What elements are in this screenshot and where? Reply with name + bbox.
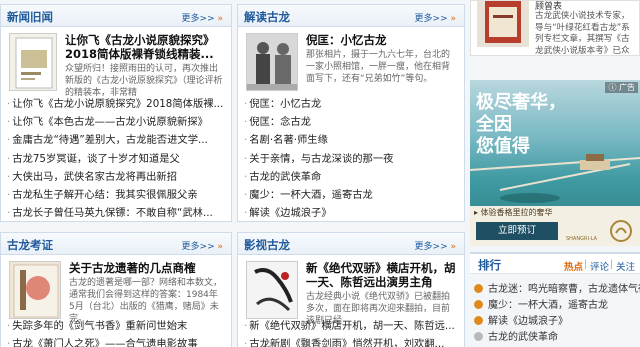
news-item[interactable]: 让你飞《本色古龙——古龙小说原貌新探》 bbox=[7, 113, 225, 131]
ad-footer: ▸ 体验香格里拉的奢华 立即预订 SHANGRI-LA bbox=[470, 206, 640, 246]
news-item[interactable]: 大侠出马，武侠名家古龙将再出新招 bbox=[7, 168, 225, 186]
news-list: 让你飞《古龙小说原貌探究》2018简体版裸... 让你飞《本色古龙——古龙小说原… bbox=[7, 95, 225, 221]
read-list: 倪匡：小忆古龙 倪匡：念古龙 名剧·名著·师生缘 关于亲情，与古龙深谈的那一夜 … bbox=[244, 95, 458, 221]
news-panel: 新闻旧闻 更多>> 让你飞《古龙小说原貌探究》2018简体版裸脊锁线精装... … bbox=[0, 4, 232, 222]
ad-resort-illustration bbox=[470, 154, 640, 203]
read-item[interactable]: 倪匡：念古龙 bbox=[244, 113, 458, 131]
research-item[interactable]: 古龙《萧门人之死》——合气遗电影故事 bbox=[7, 335, 225, 347]
research-panel: 古龙考证 更多>> 关于古龙遗著的几点商榷 古龙的遗著是哪一部？网络和本数文，通… bbox=[0, 232, 232, 347]
read-feature-thumbnail[interactable] bbox=[246, 33, 298, 91]
rank-bullet-icon bbox=[474, 332, 483, 341]
read-item[interactable]: 倪匡：小忆古龙 bbox=[244, 95, 458, 113]
news-item[interactable]: 让你飞《古龙小说原貌探究》2018简体版裸... bbox=[7, 95, 225, 113]
rank-header: 排行 热点 | 评论 | 关注 bbox=[470, 252, 640, 274]
ad-book-button[interactable]: 立即预订 bbox=[476, 222, 558, 240]
film-more-link[interactable]: 更多>> bbox=[415, 239, 456, 252]
rank-tab-sep-1: | bbox=[584, 259, 588, 270]
ad-banner[interactable]: ⓘ 广告 极尽奢华， 全因 您值得 ▸ 体验香格里拉的奢华 立即预订 SHANG… bbox=[470, 80, 640, 246]
news-item[interactable]: 古龙私生子解开心结：我其实很佩服父亲 bbox=[7, 186, 225, 204]
news-item[interactable]: 金庸古龙“待遇”差别大，古龙能否进文学... bbox=[7, 131, 225, 149]
rank-bullet-icon bbox=[474, 316, 483, 325]
read-item[interactable]: 古龙的武侠革命 bbox=[244, 168, 458, 186]
rank-tab-comment[interactable]: 评论 bbox=[590, 259, 609, 273]
read-item[interactable]: 魔少：一杯大酒，遥寄古龙 bbox=[244, 186, 458, 204]
read-feature-title[interactable]: 倪匡：小忆古龙 bbox=[306, 33, 456, 47]
rank-tab-hot[interactable]: 热点 bbox=[564, 259, 583, 273]
news-header: 新闻旧闻 更多>> bbox=[1, 5, 231, 27]
film-feature: 新《绝代双骄》横店开机，胡一天、陈哲远出演男主角 古龙经典小说《绝代双骄》已被翻… bbox=[246, 261, 456, 326]
film-item[interactable]: 古龙新剧《飘香剑雨》悄然开机，刘欢翻... bbox=[244, 335, 458, 347]
news-feature-title[interactable]: 让你飞《古龙小说原貌探究》2018简体版裸脊锁线精装... bbox=[65, 33, 223, 61]
news-feature-desc: 众望所归！接照雨田的认可，再次推出新版的《古龙小说原貌探究》（理论评析的精装本，… bbox=[65, 64, 223, 98]
rank-tab-sep-2: | bbox=[610, 259, 614, 270]
rank-item[interactable]: 解读《边城浪子》 bbox=[474, 314, 640, 330]
expert-card: 顾曾表 古龙武侠小说技术专家，导与“叶绿花红看古龙”系列专栏文章，其撰写《古龙武… bbox=[470, 0, 640, 56]
research-more-link[interactable]: 更多>> bbox=[182, 239, 223, 252]
research-feature-title[interactable]: 关于古龙遗著的几点商榷 bbox=[69, 261, 223, 275]
news-feature-thumbnail[interactable] bbox=[9, 33, 57, 91]
news-more-link[interactable]: 更多>> bbox=[182, 11, 223, 24]
expert-desc: 古龙武侠小说技术专家，导与“叶绿花红看古龙”系列专栏文章，其撰写《古龙武侠小说版… bbox=[535, 11, 630, 56]
news-feature: 让你飞《古龙小说原貌探究》2018简体版裸脊锁线精装... 众望所归！接照雨田的… bbox=[9, 33, 223, 98]
read-item[interactable]: 解读《边城浪子》 bbox=[244, 204, 458, 221]
rank-item[interactable]: 古龙迷：鸣光暗察曹，古龙遗体气得吐血 bbox=[474, 282, 640, 298]
rank-tab-follow[interactable]: 关注 bbox=[616, 259, 635, 273]
research-title: 古龙考证 bbox=[7, 238, 53, 252]
news-item[interactable]: 古龙75岁冥诞，谈了十岁才知道是父 bbox=[7, 150, 225, 168]
film-header: 影视古龙 更多>> bbox=[238, 233, 464, 255]
read-feature: 倪匡：小忆古龙 那张相片，摄于一九六七年，台北的一家小照相馆，一胖一瘦，他在相背… bbox=[246, 33, 456, 91]
ad-sub: ▸ 体验香格里拉的奢华 bbox=[474, 208, 553, 217]
news-item[interactable]: 古龙长子曾任马英九保镖：不敢自称“武林... bbox=[7, 204, 225, 221]
rank-bullet-icon bbox=[474, 300, 483, 309]
research-feature-thumbnail[interactable] bbox=[9, 261, 61, 319]
research-item[interactable]: 失踪多年的《剑气书香》重新问世始末 bbox=[7, 317, 225, 335]
film-panel: 影视古龙 更多>> 新《绝代双骄》横店开机，胡一天、陈哲远出演男主角 古龙经典小… bbox=[237, 232, 465, 347]
film-title: 影视古龙 bbox=[244, 238, 290, 252]
read-header: 解读古龙 更多>> bbox=[238, 5, 464, 27]
research-feature: 关于古龙遗著的几点商榷 古龙的遗著是哪一部？网络和本数文，通常我们会得到这样的答… bbox=[9, 261, 223, 324]
rank-item[interactable]: 魔少：一杯大酒，遥寄古龙 bbox=[474, 298, 640, 314]
expert-book-image[interactable] bbox=[477, 1, 529, 47]
ad-sub-marker-icon: ▸ bbox=[474, 208, 479, 217]
film-list: 新《绝代双骄》横店开机，胡一天、陈哲远... 古龙新剧《飘香剑雨》悄然开机，刘欢… bbox=[244, 317, 458, 347]
ad-label: ⓘ 广告 bbox=[605, 82, 638, 93]
film-feature-thumbnail[interactable] bbox=[246, 261, 298, 319]
rank-title: 排行 bbox=[478, 258, 501, 272]
read-feature-desc: 那张相片，摄于一九六七年，台北的一家小照相馆，一胖一瘦，他在相背面写下，还有“兄… bbox=[306, 50, 451, 84]
read-item[interactable]: 名剧·名著·师生缘 bbox=[244, 131, 458, 149]
shangri-la-logo-icon bbox=[610, 220, 632, 242]
read-more-link[interactable]: 更多>> bbox=[415, 11, 456, 24]
rank-item[interactable]: 古龙的武侠革命 bbox=[474, 330, 640, 346]
rank-bullet-icon bbox=[474, 284, 483, 293]
read-item[interactable]: 关于亲情，与古龙深谈的那一夜 bbox=[244, 150, 458, 168]
read-panel: 解读古龙 更多>> 倪匡：小忆古龙 那张相片，摄于一九六七年，台北的一家小照相馆… bbox=[237, 4, 465, 222]
film-feature-title[interactable]: 新《绝代双骄》横店开机，胡一天、陈哲远出演男主角 bbox=[306, 261, 456, 289]
ad-brand: SHANGRI-LA bbox=[566, 236, 598, 242]
research-list: 失踪多年的《剑气书香》重新问世始末 古龙《萧门人之死》——合气遗电影故事 bbox=[7, 317, 225, 347]
film-item[interactable]: 新《绝代双骄》横店开机，胡一天、陈哲远... bbox=[244, 317, 458, 335]
read-title: 解读古龙 bbox=[244, 10, 290, 24]
news-title: 新闻旧闻 bbox=[7, 10, 53, 24]
research-header: 古龙考证 更多>> bbox=[1, 233, 231, 255]
ad-info-icon: ⓘ bbox=[608, 83, 617, 92]
rank-list: 古龙迷：鸣光暗察曹，古龙遗体气得吐血 魔少：一杯大酒，遥寄古龙 解读《边城浪子》… bbox=[474, 282, 640, 346]
